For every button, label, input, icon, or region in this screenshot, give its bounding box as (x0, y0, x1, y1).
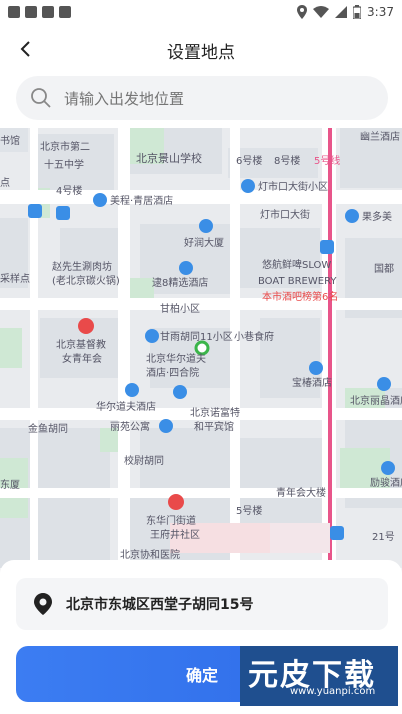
map-label: 逮8精选酒店 (152, 276, 208, 289)
status-time: 3:37 (367, 5, 394, 19)
hotel-marker-icon[interactable] (381, 461, 395, 475)
map-label: 幽兰酒店 (360, 130, 400, 143)
map-label: 北京市第二 (40, 140, 90, 153)
signal-icon (335, 6, 348, 18)
map-label: 采样点 (0, 272, 30, 285)
shop-marker-icon[interactable] (345, 209, 359, 223)
search-input[interactable] (62, 82, 366, 116)
map-label: 酒店·四合院 (146, 366, 199, 379)
map-label: 青年会大楼 (276, 486, 326, 499)
map-label: 甘柏小区 (160, 302, 200, 315)
hotel-marker-icon[interactable] (159, 419, 173, 433)
map-label: 北京华尔道夫 (146, 352, 206, 365)
search-bar (0, 74, 402, 128)
map-label: 丽苑公寓 (110, 420, 150, 433)
notification-icon (8, 6, 20, 18)
map-label: 美程·青居酒店 (110, 194, 173, 207)
bus-stop-icon[interactable] (28, 204, 42, 218)
map-label: 小巷食府 (234, 330, 274, 343)
map-label: 国都 (374, 263, 394, 275)
map-label: 宝椿酒店 (292, 376, 332, 389)
map-canvas[interactable]: 书馆 北京市第二 十五中学 北京景山学校 6号楼 8号楼 5号线 幽兰酒店 点 … (0, 128, 402, 568)
map-label: 悠航鲜啤SLOW (262, 258, 331, 271)
map-label: 东厦 (0, 478, 20, 491)
notification-icon (25, 6, 37, 18)
hotel-marker-icon[interactable] (173, 385, 187, 399)
shop-marker-icon[interactable] (199, 219, 213, 233)
hotel-marker-icon[interactable] (377, 377, 391, 391)
map-label: 21号 (372, 531, 395, 543)
attraction-marker-icon[interactable] (78, 318, 94, 334)
map-label: 北京诺富特 (190, 406, 240, 419)
map-label: 王府井社区 (150, 528, 200, 541)
map-view[interactable]: 书馆 北京市第二 十五中学 北京景山学校 6号楼 8号楼 5号线 幽兰酒店 点 … (0, 128, 402, 568)
map-label: 女青年会 (62, 352, 102, 365)
map-label: 果多美 (362, 210, 392, 223)
status-bar: 3:37 (0, 0, 402, 24)
map-label: 点 (0, 177, 10, 189)
hotel-marker-icon[interactable] (309, 361, 323, 375)
notification-icon (59, 6, 71, 18)
watermark-logo: 元皮下载 www.yuanpi.com (240, 646, 398, 706)
watermark-url: www.yuanpi.com (290, 686, 376, 697)
hotel-marker-icon[interactable] (179, 261, 193, 275)
map-label: 华尔道夫酒店 (96, 400, 156, 413)
map-label: 5号线 (314, 154, 340, 167)
location-pin-icon (34, 593, 52, 615)
map-label: 金鱼胡同 (28, 422, 68, 435)
map-label: 灯市口大街小区 (258, 180, 328, 193)
map-label: 赵先生涮肉坊 (52, 260, 112, 273)
map-label: 北京丽晶酒店 (350, 394, 402, 407)
map-label: 8号楼 (274, 154, 300, 167)
map-label: 甘雨胡同11小区 (160, 330, 233, 343)
map-label: 十五中学 (44, 158, 84, 171)
search-box[interactable] (16, 76, 388, 120)
wifi-icon (313, 6, 330, 18)
park-marker-icon[interactable] (194, 340, 210, 356)
address-text: 北京市东城区西堂子胡同15号 (66, 597, 254, 613)
map-label: (老北京碳火锅) (52, 274, 120, 287)
address-box[interactable]: 北京市东城区西堂子胡同15号 (16, 578, 388, 630)
map-label: 书馆 (0, 134, 20, 147)
map-label: 5号楼 (236, 504, 262, 517)
battery-icon (353, 5, 362, 19)
page-title: 设置地点 (167, 43, 235, 63)
map-label: 北京景山学校 (136, 151, 202, 165)
header: 设置地点 (0, 24, 402, 74)
hotel-marker-icon[interactable] (125, 383, 139, 397)
attraction-marker-icon[interactable] (168, 494, 184, 510)
map-label: 4号楼 (56, 184, 82, 197)
map-label: 校尉胡同 (124, 454, 164, 467)
map-label: 和平宾馆 (194, 420, 234, 433)
location-icon (297, 5, 308, 19)
map-label: 好润大厦 (184, 236, 224, 249)
hotel-marker-icon[interactable] (93, 193, 107, 207)
metro-station-icon[interactable] (330, 526, 344, 540)
search-icon (31, 88, 51, 108)
notification-icon (42, 6, 54, 18)
map-label: BOAT BREWERY (258, 276, 337, 287)
map-label: 东华门街道 (146, 514, 196, 527)
map-label: 本市酒吧榜第6名 (262, 290, 338, 303)
map-label: 6号楼 (236, 154, 262, 167)
hotel-marker-icon[interactable] (241, 179, 255, 193)
map-label: 灯市口大街 (260, 208, 310, 221)
map-label: 北京基督教 (56, 338, 106, 351)
metro-station-icon[interactable] (320, 240, 334, 254)
bus-stop-icon[interactable] (56, 206, 70, 220)
hotel-marker-icon[interactable] (145, 329, 159, 343)
status-right: 3:37 (297, 3, 394, 21)
map-label: 励骏酒店 (370, 476, 402, 489)
